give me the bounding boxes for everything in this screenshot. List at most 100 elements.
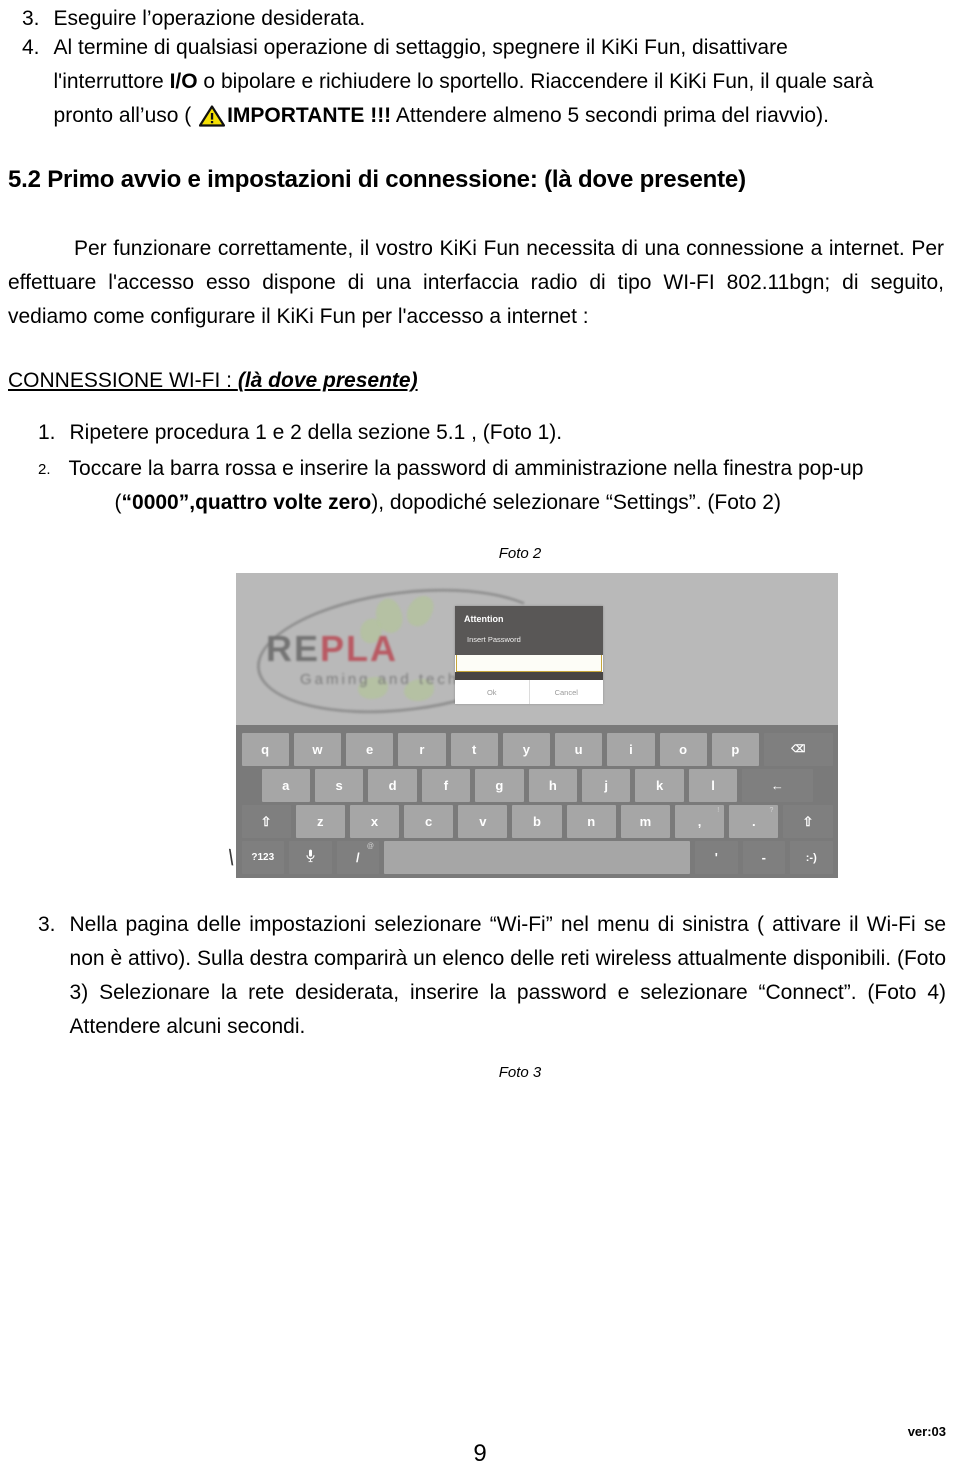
shift-icon: ⇧	[260, 814, 272, 829]
cancel-button[interactable]: Cancel	[528, 680, 604, 704]
key-comma-alt: !	[717, 807, 720, 814]
wifi-subheading: CONNESSIONE WI-FI : (là dove presente)	[8, 364, 608, 398]
section-title-text: Primo avvio e impostazioni di connession…	[47, 166, 746, 193]
space-key[interactable]	[384, 841, 690, 874]
figure-caption-foto3: Foto 3	[498, 1064, 542, 1081]
wifi-subheading-note: (là dove presente)	[237, 369, 418, 392]
key-i[interactable]: i	[607, 733, 655, 766]
enter-icon: ←	[770, 778, 784, 793]
figure-image-foto2: REPLA Gaming and tech s Attention Insert…	[236, 573, 838, 878]
password-dialog: Attention Insert Password Ok Cancel	[455, 606, 603, 704]
keyboard-row-3: ⇧ z x c v b n m ,! .? ⇧	[239, 805, 835, 838]
logo-letter-e: E	[294, 628, 321, 669]
key-n[interactable]: n	[566, 805, 616, 838]
wifi-subheading-main: CONNESSIONE WI-FI :	[8, 369, 238, 392]
key-period-label: .	[751, 814, 756, 829]
page-number: 9	[473, 1440, 487, 1467]
key-a[interactable]: a	[261, 769, 310, 802]
keyboard-row-1: q w e r t y u i o p ⌫	[239, 733, 835, 766]
list-item-line-2c: ), dopodiché selezionare “Settings”. (Fo…	[371, 491, 781, 514]
keyboard-row-2: a s d f g h j k l ←	[239, 769, 835, 802]
shift-key-left[interactable]: ⇧	[241, 805, 291, 838]
list-item-line-2a: l'interruttore	[53, 70, 170, 93]
symbols-key-label: ?123	[251, 852, 275, 863]
key-j[interactable]: j	[582, 769, 631, 802]
list-item-text: Nella pagina delle impostazioni selezion…	[69, 913, 946, 1038]
key-g[interactable]: g	[475, 769, 524, 802]
key-w[interactable]: w	[293, 733, 341, 766]
dialog-divider	[455, 672, 603, 680]
key-s[interactable]: s	[314, 769, 364, 802]
emoji-key-label: :-)	[805, 851, 817, 864]
dialog-buttons: Ok Cancel	[455, 680, 603, 704]
key-e[interactable]: e	[346, 733, 394, 766]
key-comma-label: ,	[697, 814, 702, 829]
key-period[interactable]: .?	[729, 805, 779, 838]
list-item: 2. Toccare la barra rossa e inserire la …	[38, 452, 946, 520]
intro-paragraph: Per funzionare correttamente, il vostro …	[8, 237, 944, 328]
key-q[interactable]: q	[241, 733, 289, 766]
logo-letters-pla: PLA	[320, 628, 399, 669]
symbols-key[interactable]: ?123	[241, 841, 284, 874]
microphone-key[interactable]	[289, 841, 332, 874]
list-item: 4. Al termine di qualsiasi operazione di…	[22, 31, 932, 133]
key-b[interactable]: b	[512, 805, 562, 838]
document-page: 3. Eseguire l’operazione desiderata. 4. …	[0, 0, 960, 1478]
list-item-line-2a: (	[114, 491, 122, 514]
microphone-icon	[306, 849, 315, 866]
slash-key[interactable]: / @	[336, 841, 379, 874]
key-period-alt: ?	[769, 807, 774, 814]
list-marker: 1.	[38, 421, 56, 444]
list-marker: 2.	[38, 461, 51, 478]
dash-key[interactable]: -	[742, 841, 785, 874]
key-d[interactable]: d	[368, 769, 417, 802]
dialog-message: Insert Password	[467, 635, 521, 644]
key-f[interactable]: f	[421, 769, 471, 802]
enter-key[interactable]: ←	[742, 769, 813, 802]
keyboard-row-4: ?123 /@ ' - :-)	[239, 841, 835, 874]
apostrophe-key[interactable]: '	[695, 841, 738, 874]
password-value-label: “0000”,quattro volte zero	[121, 491, 372, 514]
list-item: 3. Nella pagina delle impostazioni selez…	[38, 908, 946, 1044]
key-z[interactable]: z	[295, 805, 345, 838]
dialog-title: Attention	[464, 614, 504, 624]
key-p[interactable]: p	[711, 733, 759, 766]
list-marker: 3.	[38, 913, 56, 936]
backspace-key[interactable]: ⌫	[764, 733, 833, 766]
key-v[interactable]: v	[458, 805, 508, 838]
key-comma[interactable]: ,!	[675, 805, 725, 838]
logo-tagline: Gaming and tech s	[300, 671, 477, 688]
emoji-key[interactable]: :-)	[790, 841, 833, 874]
slash-key-alt: @	[366, 843, 374, 850]
device-home-screen: REPLA Gaming and tech s Attention Insert…	[236, 573, 838, 725]
page-title: 5.2 Primo avvio e impostazioni di connes…	[8, 165, 948, 195]
list-item: 1. Ripetere procedura 1 e 2 della sezion…	[38, 416, 918, 450]
key-t[interactable]: t	[450, 733, 498, 766]
list-item-line-2c: o bipolare e richiudere lo sportello. Ri…	[197, 70, 874, 93]
key-y[interactable]: y	[502, 733, 550, 766]
list-item-line-1: Al termine di qualsiasi operazione di se…	[53, 36, 788, 59]
key-r[interactable]: r	[398, 733, 446, 766]
key-c[interactable]: c	[404, 805, 454, 838]
version-label: ver:03	[907, 1424, 946, 1439]
logo-wordmark: REPLA	[266, 631, 398, 667]
key-m[interactable]: m	[620, 805, 670, 838]
list-item-text: Ripetere procedura 1 e 2 della sezione 5…	[69, 421, 563, 444]
shift-icon: ⇧	[802, 814, 814, 829]
key-x[interactable]: x	[349, 805, 400, 838]
onscreen-keyboard: q w e r t y u i o p ⌫ a s d f g h j k l …	[236, 725, 838, 878]
key-u[interactable]: u	[555, 733, 603, 766]
warning-triangle-icon	[199, 105, 226, 127]
list-item-line-1: Toccare la barra rossa e inserire la pas…	[68, 457, 864, 480]
key-k[interactable]: k	[635, 769, 684, 802]
password-input[interactable]	[456, 655, 602, 672]
ok-button[interactable]: Ok	[455, 680, 529, 704]
importante-label: IMPORTANTE !!!	[227, 104, 392, 127]
io-switch-label: I/O	[169, 70, 198, 93]
shift-key-right[interactable]: ⇧	[783, 805, 833, 838]
list-item-line-3a: pronto all’uso (	[53, 104, 198, 127]
key-o[interactable]: o	[659, 733, 707, 766]
key-l[interactable]: l	[688, 769, 738, 802]
list-marker: 4.	[22, 36, 40, 59]
key-h[interactable]: h	[528, 769, 578, 802]
